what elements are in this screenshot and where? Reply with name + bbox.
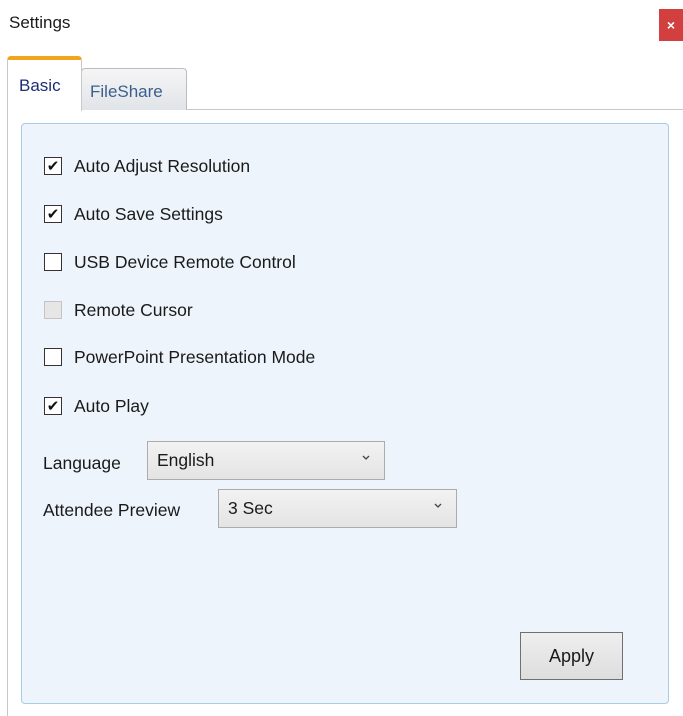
auto-adjust-resolution-checkbox[interactable]: ✔ (44, 157, 62, 175)
powerpoint-presentation-mode-checkbox[interactable] (44, 348, 62, 366)
auto-play-checkbox[interactable]: ✔ (44, 397, 62, 415)
chevron-down-icon (362, 455, 370, 460)
auto-save-settings-option[interactable]: ✔ Auto Save Settings (44, 203, 223, 225)
close-icon: × (666, 17, 676, 33)
attendee-preview-select[interactable]: 3 Sec (218, 489, 457, 528)
language-select[interactable]: English (147, 441, 385, 480)
tab-strip: Basic FileShare (7, 56, 683, 111)
auto-adjust-resolution-label: Auto Adjust Resolution (74, 155, 251, 176)
tab-basic[interactable]: Basic (7, 56, 82, 111)
auto-play-option[interactable]: ✔ Auto Play (44, 395, 149, 417)
auto-save-settings-label: Auto Save Settings (74, 203, 223, 224)
remote-cursor-option: Remote Cursor (44, 299, 193, 321)
attendee-preview-label: Attendee Preview (43, 500, 181, 520)
auto-save-settings-checkbox[interactable]: ✔ (44, 205, 62, 223)
title-bar: Settings × (0, 0, 683, 50)
attendee-preview-value: 3 Sec (228, 498, 273, 518)
language-value: English (157, 450, 215, 470)
powerpoint-presentation-mode-label: PowerPoint Presentation Mode (74, 346, 316, 367)
tab-fileshare[interactable]: FileShare (81, 68, 187, 110)
checkmark-icon: ✔ (46, 397, 60, 415)
apply-button[interactable]: Apply (520, 632, 623, 680)
close-button[interactable]: × (659, 9, 683, 41)
settings-window: Settings × Basic FileShare ✔ Auto Adjust… (0, 0, 683, 716)
usb-device-remote-control-option[interactable]: USB Device Remote Control (44, 251, 296, 273)
remote-cursor-checkbox (44, 301, 62, 319)
auto-adjust-resolution-option[interactable]: ✔ Auto Adjust Resolution (44, 155, 250, 177)
tab-fileshare-label: FileShare (90, 82, 163, 101)
chevron-down-icon (434, 503, 442, 508)
usb-device-remote-control-label: USB Device Remote Control (74, 251, 296, 272)
checkmark-icon: ✔ (46, 205, 60, 223)
language-label: Language (43, 453, 121, 473)
powerpoint-presentation-mode-option[interactable]: PowerPoint Presentation Mode (44, 346, 315, 368)
usb-device-remote-control-checkbox[interactable] (44, 253, 62, 271)
window-title: Settings (9, 13, 71, 32)
auto-play-label: Auto Play (74, 395, 149, 416)
remote-cursor-label: Remote Cursor (74, 299, 193, 320)
checkmark-icon: ✔ (46, 157, 60, 175)
tab-basic-label: Basic (19, 76, 61, 95)
